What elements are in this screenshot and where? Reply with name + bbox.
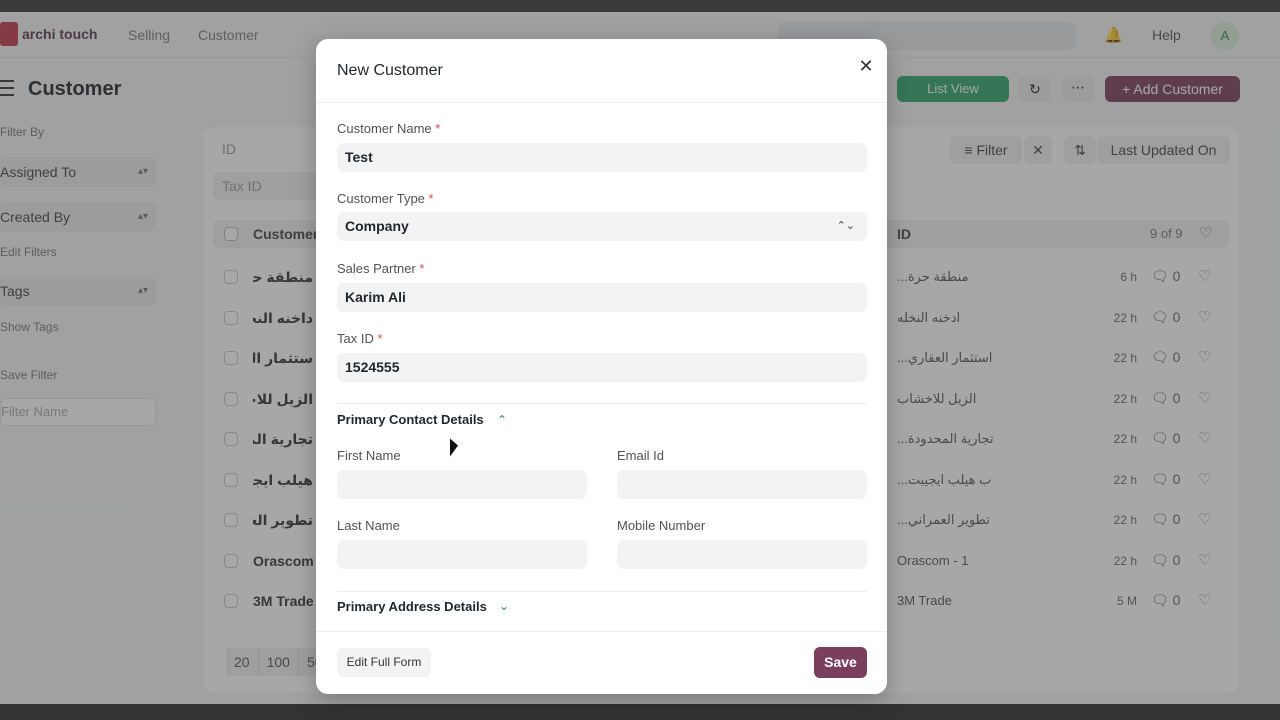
header-divider [316,102,887,103]
first-name-label: First Name [337,448,401,463]
chevron-down-icon[interactable]: ⌄ [499,599,509,613]
mouse-cursor-icon [450,438,458,460]
customer-name-input[interactable]: Test [337,143,867,172]
required-marker: * [377,331,383,346]
required-marker: * [419,261,425,276]
customer-name-label: Customer Name * [337,121,440,136]
sales-partner-label-text: Sales Partner [337,261,416,276]
chevron-up-icon[interactable]: ⌃ [497,413,507,427]
customer-type-select[interactable]: Company ⌃⌄ [337,212,867,241]
customer-type-label-text: Customer Type [337,191,425,206]
customer-type-value: Company [345,218,409,234]
mobile-number-input[interactable] [617,540,867,569]
section-divider [337,591,867,592]
sales-partner-input[interactable]: Karim Ali [337,283,867,312]
last-name-input[interactable] [337,540,587,569]
section-divider [337,403,867,404]
email-label: Email Id [617,448,664,463]
footer-divider [316,631,887,632]
customer-type-label: Customer Type * [337,191,434,206]
first-name-input[interactable] [337,470,587,499]
tax-id-label: Tax ID * [337,331,383,346]
close-icon[interactable]: ✕ [856,56,876,76]
mobile-label: Mobile Number [617,518,706,533]
edit-full-form-button[interactable]: Edit Full Form [337,648,431,677]
address-section-toggle[interactable]: Primary Address Details [337,599,487,614]
tax-id-label-text: Tax ID [337,331,374,346]
select-arrow-icon: ⌃⌄ [836,220,855,232]
save-button[interactable]: Save [814,647,867,678]
new-customer-dialog: New Customer ✕ Customer Name * Test Cust… [316,39,887,694]
sales-partner-label: Sales Partner * [337,261,424,276]
required-marker: * [435,121,441,136]
tax-id-input[interactable]: 1524555 [337,353,867,382]
dialog-title: New Customer [337,62,443,79]
last-name-label: Last Name [337,518,400,533]
email-input[interactable] [617,470,867,499]
customer-name-label-text: Customer Name [337,121,432,136]
contact-section-toggle[interactable]: Primary Contact Details [337,412,484,427]
required-marker: * [428,191,434,206]
